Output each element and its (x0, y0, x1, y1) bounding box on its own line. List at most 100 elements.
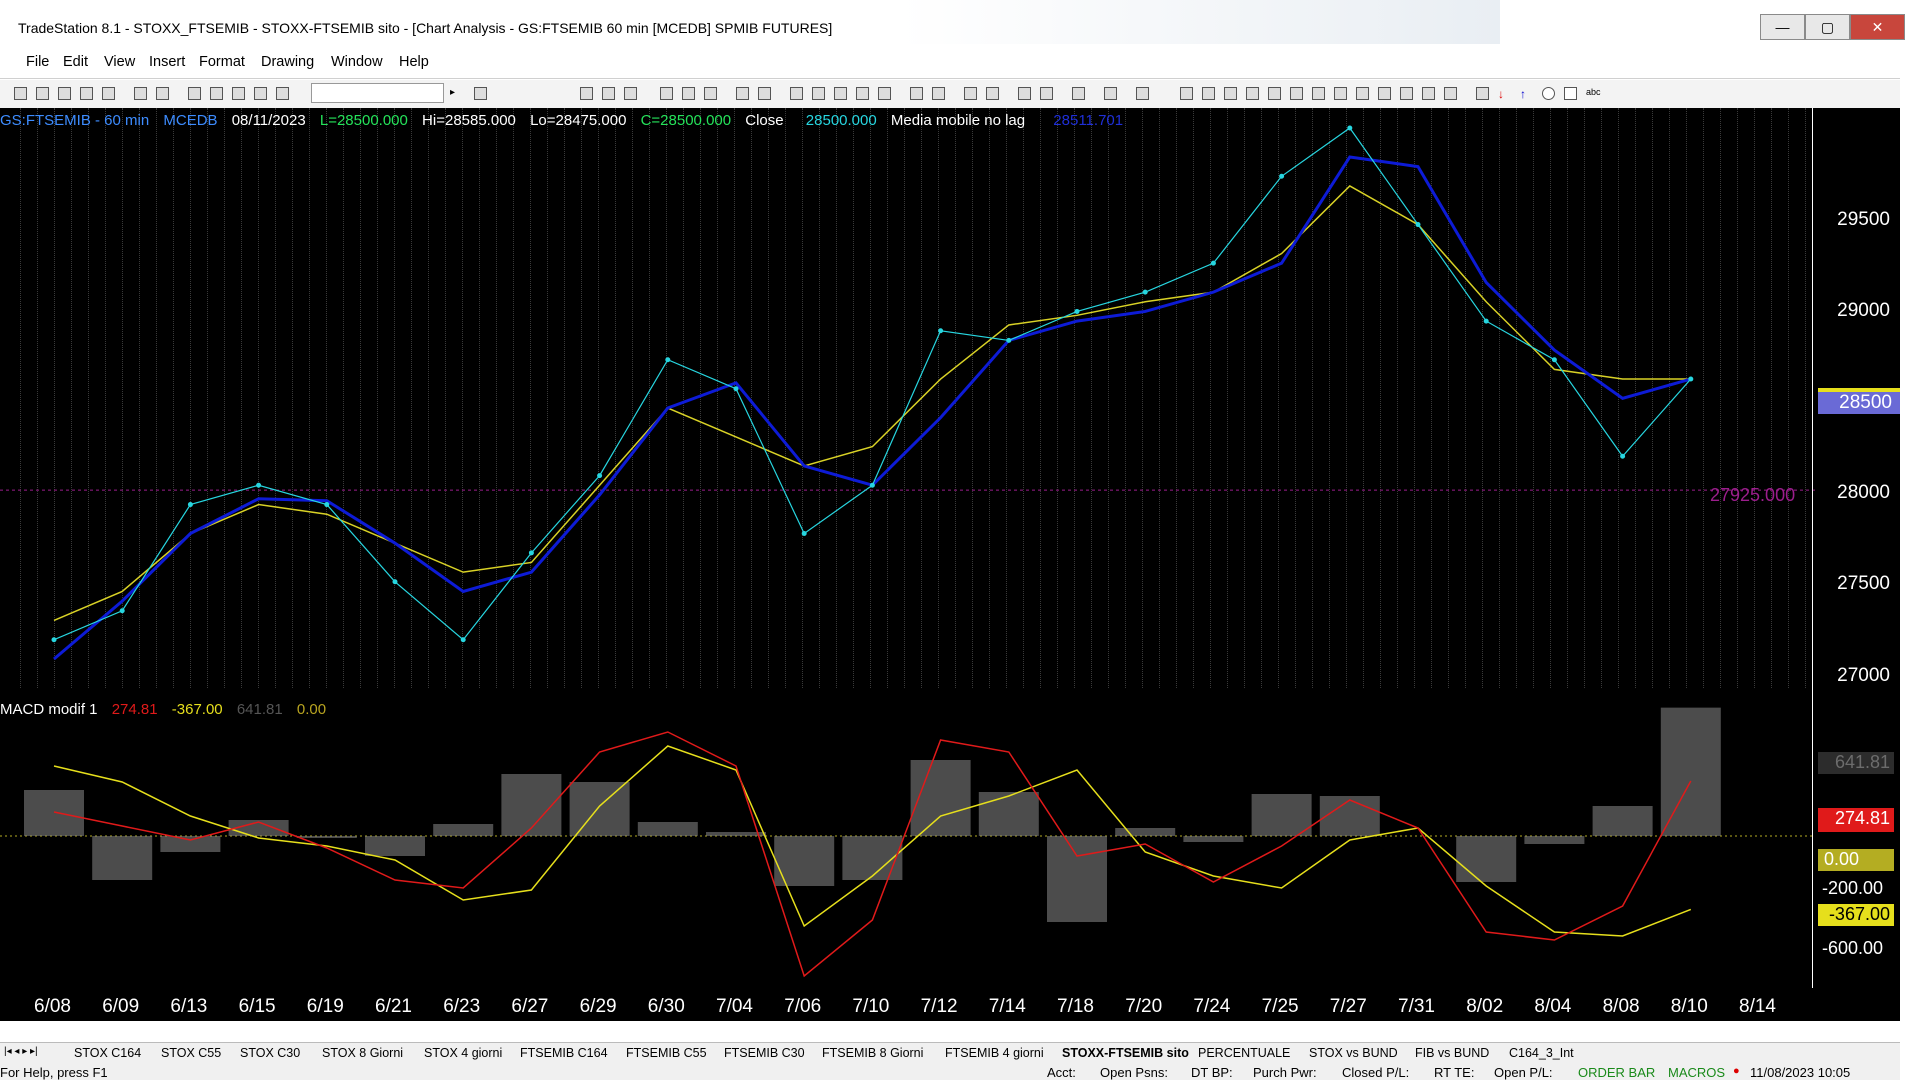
tab-stox-c30[interactable]: STOX C30 (240, 1046, 300, 1060)
minimize-button[interactable]: — (1760, 14, 1805, 40)
menu-file[interactable]: File (26, 54, 49, 70)
date-tick-label: 6/09 (102, 996, 140, 1017)
menu-format[interactable]: Format (199, 54, 245, 70)
table-icon[interactable] (624, 87, 637, 100)
tab-fib-vs-bund[interactable]: FIB vs BUND (1415, 1046, 1489, 1060)
window-icon[interactable] (188, 87, 201, 100)
window-controls: — ▢ ✕ (1760, 14, 1905, 40)
chart-icon[interactable] (660, 87, 673, 100)
tab-ftsemib-c55[interactable]: FTSEMIB C55 (626, 1046, 707, 1060)
zoom-out-icon[interactable] (932, 87, 945, 100)
tab-ftsemib-8-giorni[interactable]: FTSEMIB 8 Giorni (822, 1046, 923, 1060)
maximize-button[interactable]: ▢ (1805, 14, 1850, 40)
arrow-right-icon[interactable]: ▸ (450, 87, 463, 100)
chart3-icon[interactable] (704, 87, 717, 100)
print-icon[interactable] (156, 87, 169, 100)
menu-view[interactable]: View (104, 54, 135, 70)
fib-icon[interactable] (1246, 87, 1259, 100)
data-icon[interactable] (1040, 87, 1053, 100)
open-icon[interactable] (36, 87, 49, 100)
grid-icon[interactable] (580, 87, 593, 100)
tab-stox-c55[interactable]: STOX C55 (161, 1046, 221, 1060)
line-icon[interactable] (878, 87, 891, 100)
format-icon[interactable] (736, 87, 749, 100)
macd-axis-label: -367.00 (1818, 904, 1894, 926)
tab-percentuale[interactable]: PERCENTUALE (1198, 1046, 1290, 1060)
page-icon[interactable] (80, 87, 93, 100)
zoom-out2-icon[interactable] (986, 87, 999, 100)
status-close-label: Close (745, 112, 784, 129)
price-axis: 29500 29000 28500 28000 27500 27000 (1815, 108, 1900, 688)
zoom-in-icon[interactable] (910, 87, 923, 100)
arrow-lr-icon[interactable] (1378, 87, 1391, 100)
tab-ftsemib-4-giorni[interactable]: FTSEMIB 4 giorni (945, 1046, 1044, 1060)
chart2-icon[interactable] (682, 87, 695, 100)
tab-stox-8-giorni[interactable]: STOX 8 Giorni (322, 1046, 403, 1060)
status-date: 08/11/2023 (231, 112, 306, 129)
symbol-combo[interactable] (311, 83, 444, 103)
list-icon[interactable] (602, 87, 615, 100)
close-button[interactable]: ✕ (1850, 14, 1905, 40)
menu-edit[interactable]: Edit (63, 54, 88, 70)
options-icon[interactable] (1136, 87, 1149, 100)
tab-c164-3-int[interactable]: C164_3_Int (1509, 1046, 1574, 1060)
menu-window[interactable]: Window (331, 54, 383, 70)
candle-icon[interactable] (856, 87, 869, 100)
macd-axis-label: 641.81 (1818, 752, 1894, 774)
window2-icon[interactable] (210, 87, 223, 100)
zoom-icon[interactable] (964, 87, 977, 100)
menu-drawing[interactable]: Drawing (261, 54, 314, 70)
ellipse-icon[interactable] (1542, 87, 1555, 100)
lock-icon[interactable] (232, 87, 245, 100)
arrow-down-icon[interactable]: ↓ (1498, 87, 1511, 101)
macros-link[interactable]: MACROS (1668, 1065, 1725, 1080)
link-icon[interactable] (254, 87, 267, 100)
tools-icon[interactable] (1072, 87, 1085, 100)
gann-icon[interactable] (1290, 87, 1303, 100)
arrow-up-icon[interactable]: ↑ (1520, 87, 1533, 101)
price-point (1279, 173, 1285, 179)
new-icon[interactable] (14, 87, 27, 100)
strategy-icon[interactable] (812, 87, 825, 100)
workspace-icon[interactable] (58, 87, 71, 100)
price-point (1415, 222, 1421, 228)
indicator-icon[interactable] (790, 87, 803, 100)
hline-icon[interactable] (1224, 87, 1237, 100)
bar-icon[interactable] (834, 87, 847, 100)
arc-icon[interactable] (1422, 87, 1435, 100)
text-icon[interactable]: abc (1586, 87, 1601, 100)
menu-insert[interactable]: Insert (149, 54, 185, 70)
menu-help[interactable]: Help (399, 54, 429, 70)
save-icon[interactable] (134, 87, 147, 100)
tab-stox-c164[interactable]: STOX C164 (74, 1046, 141, 1060)
rectangle-icon[interactable] (1564, 87, 1577, 100)
pointer-icon[interactable] (1018, 87, 1031, 100)
cycle-icon[interactable] (1312, 87, 1325, 100)
tab-ftsemib-c164[interactable]: FTSEMIB C164 (520, 1046, 608, 1060)
chart-area[interactable] (0, 108, 1900, 1021)
scan-icon[interactable] (474, 87, 487, 100)
macd-axis-label: -200.00 (1822, 878, 1884, 898)
window-title: TradeStation 8.1 - STOXX_FTSEMIB - STOXX… (18, 20, 833, 36)
angle-icon[interactable] (1356, 87, 1369, 100)
pencil-icon[interactable] (1444, 87, 1457, 100)
tab-stox-vs-bund[interactable]: STOX vs BUND (1309, 1046, 1398, 1060)
globe-icon[interactable] (276, 87, 289, 100)
trendline-icon[interactable] (1180, 87, 1193, 100)
tab-stoxx-ftsemib-sito[interactable]: STOXX-FTSEMIB sito (1062, 1046, 1189, 1060)
speed-icon[interactable] (1268, 87, 1281, 100)
tab-scroll-icon[interactable]: |◂ ◂ ▸ ▸| (4, 1046, 38, 1057)
tab-stox-4-giorni[interactable]: STOX 4 giorni (424, 1046, 502, 1060)
curve-icon[interactable] (1476, 87, 1489, 100)
tab-ftsemib-c30[interactable]: FTSEMIB C30 (724, 1046, 805, 1060)
right-scrollbar[interactable] (1900, 44, 1920, 1080)
folder-icon[interactable] (102, 87, 115, 100)
price-point (256, 482, 262, 488)
macd-value-4: 0.00 (296, 701, 327, 718)
pitchfork-icon[interactable] (1400, 87, 1413, 100)
channel-icon[interactable] (1334, 87, 1347, 100)
format2-icon[interactable] (758, 87, 771, 100)
vline-icon[interactable] (1202, 87, 1215, 100)
order-bar-link[interactable]: ORDER BAR (1578, 1065, 1655, 1080)
refresh-icon[interactable] (1104, 87, 1117, 100)
